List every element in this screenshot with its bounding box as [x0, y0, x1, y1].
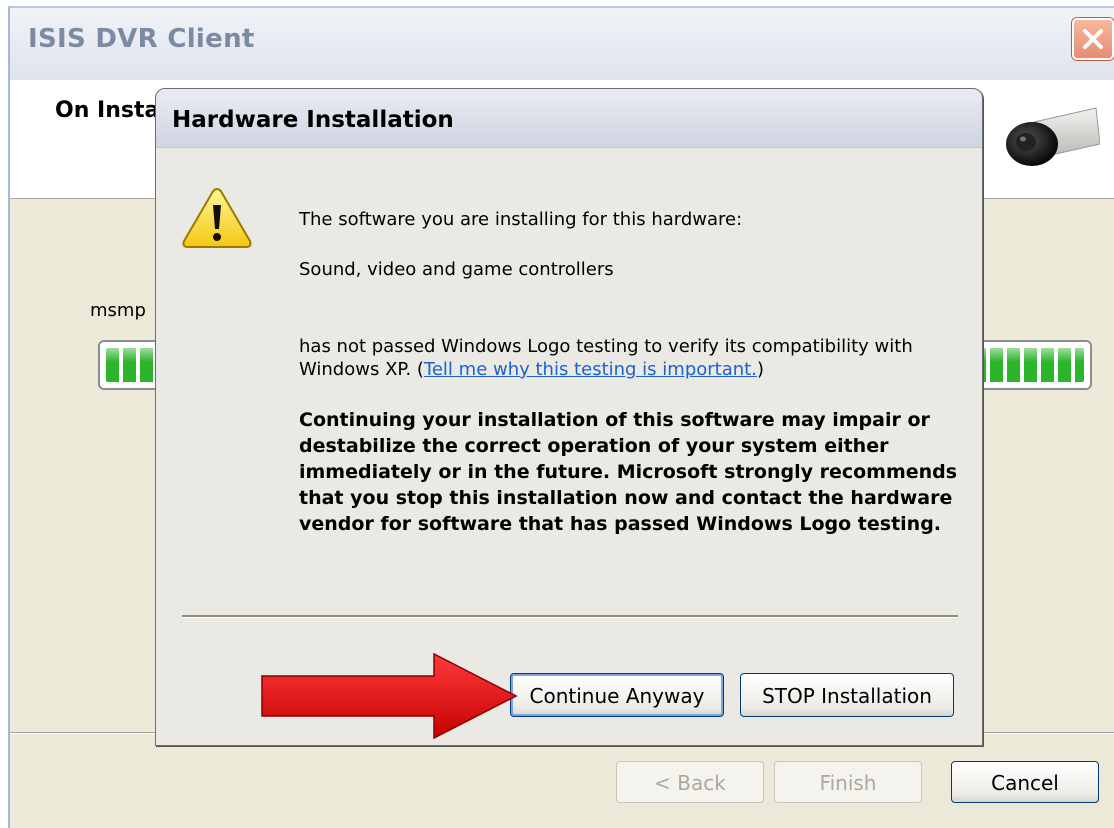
installer-heading: On Insta [55, 98, 160, 123]
close-icon[interactable] [1072, 18, 1114, 60]
current-file-label: msmp [90, 300, 146, 321]
logo-testing-close-paren: ) [756, 359, 764, 380]
dialog-title-bar: Hardware Installation [156, 89, 982, 148]
installer-title-bar: ISIS DVR Client [10, 8, 1114, 81]
warning-icon [182, 187, 252, 248]
logo-testing-message: has not passed Windows Logo testing to v… [299, 335, 949, 381]
device-category: Sound, video and game controllers [299, 259, 614, 280]
message-line-1: The software you are installing for this… [299, 209, 743, 230]
logo-testing-link[interactable]: Tell me why this testing is important. [424, 359, 757, 380]
compatibility-warning: Continuing your installation of this sof… [299, 409, 958, 535]
camera-icon [1006, 107, 1100, 166]
hardware-installation-dialog: Hardware Installation The software you a… [155, 88, 983, 746]
back-button[interactable]: < Back [616, 761, 764, 803]
dialog-title: Hardware Installation [172, 107, 454, 133]
red-arrow-icon [261, 652, 518, 740]
dialog-separator [182, 615, 958, 618]
continue-anyway-button[interactable]: Continue Anyway [510, 673, 724, 717]
cancel-button[interactable]: Cancel [951, 761, 1099, 803]
stop-installation-button[interactable]: STOP Installation [740, 673, 954, 717]
finish-button[interactable]: Finish [774, 761, 922, 803]
installer-title: ISIS DVR Client [28, 24, 255, 54]
